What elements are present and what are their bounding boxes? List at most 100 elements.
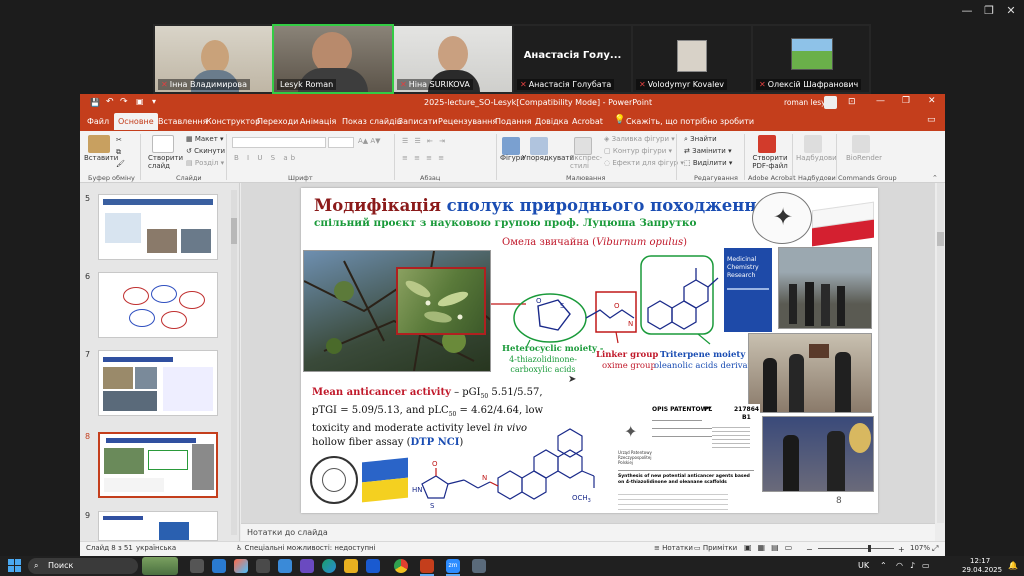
shape-fill-button[interactable]: ◈ Заливка фігури ▾ (604, 135, 675, 143)
word-icon[interactable] (366, 559, 380, 573)
hetero-label[interactable]: Heterocyclic moiety - (502, 344, 603, 354)
tab-view[interactable]: Подання (491, 113, 536, 130)
tell-me-search[interactable]: Скажіть, що потрібно зробити (622, 113, 758, 130)
minimize-icon[interactable]: — (960, 4, 974, 18)
participant-tile-active[interactable]: Lesyk Roman (272, 24, 394, 94)
app-icon[interactable] (472, 559, 486, 573)
save-icon[interactable]: 💾 (90, 98, 100, 107)
app-icon[interactable] (300, 559, 314, 573)
restore-icon[interactable]: ❐ (902, 96, 910, 106)
file-explorer-icon[interactable] (344, 559, 358, 573)
photo-meeting[interactable] (748, 333, 872, 413)
tab-home[interactable]: Основне (114, 113, 158, 130)
tab-animation[interactable]: Анімація (296, 113, 340, 130)
clock-time[interactable]: 12:17 (970, 557, 990, 565)
participant-tile[interactable]: Анастасія Голу... ✕ Анастасія Голубата (514, 26, 631, 92)
slideshow-icon[interactable]: ▣ (136, 97, 144, 106)
font-grow-icon[interactable]: A▲ A▼ (358, 137, 381, 145)
font-format-buttons[interactable]: B I U S ab (234, 154, 298, 162)
participant-tile[interactable]: ✕ Інна Владимирова (155, 26, 272, 92)
slide-thumbnail[interactable] (98, 511, 218, 541)
copilot-icon[interactable] (234, 559, 248, 573)
shape-effects-button[interactable]: ◌ Ефекти для фігур ▾ (604, 159, 684, 167)
font-name-input[interactable] (232, 137, 326, 148)
slide-subtitle[interactable]: спільний проєкт з науковою групою проф. … (314, 217, 696, 229)
addins-icon[interactable] (804, 135, 822, 153)
arrange-button[interactable]: Упорядкувати (522, 154, 574, 162)
photo-group-building[interactable] (778, 247, 872, 329)
shape-outline-button[interactable]: ▢ Контур фігури ▾ (604, 147, 672, 155)
quick-styles-icon[interactable] (574, 137, 592, 155)
arrange-icon[interactable] (530, 137, 548, 155)
close-icon[interactable]: ✕ (928, 96, 936, 106)
accessibility-status[interactable]: ♿ Спеціальні можливості: недоступні (236, 544, 376, 552)
notes-button[interactable]: ≡ Нотатки (654, 544, 693, 552)
comments-icon[interactable]: ▭ (927, 115, 936, 125)
volume-icon[interactable]: ♪ (910, 561, 915, 570)
align-buttons[interactable]: ≡ ≡ ≡ ≡ (402, 154, 446, 162)
find-button[interactable]: ⌕ Знайти (684, 135, 717, 144)
user-avatar[interactable] (824, 96, 837, 109)
maximize-icon[interactable]: ❐ (982, 4, 996, 18)
zoom-slider-thumb[interactable] (868, 545, 871, 552)
zoom-level[interactable]: 107% (910, 544, 930, 552)
language-status[interactable]: українська (136, 544, 176, 552)
select-button[interactable]: ⬚ Виділити ▾ (684, 159, 732, 167)
slide-thumbnail-selected[interactable] (98, 432, 218, 498)
linker-sublabel[interactable]: oxime group (602, 361, 656, 371)
list-buttons[interactable]: ☰ ☰ ⇤ ⇥ (402, 137, 447, 145)
taskbar-search[interactable]: ⌕ Поиск (28, 558, 138, 574)
biorender-button[interactable]: BioRender (846, 154, 882, 162)
layout-button[interactable]: ▦ Макет ▾ (186, 135, 224, 143)
view-buttons[interactable]: ▣▦▤▭ (744, 543, 798, 552)
fit-slide-icon[interactable]: ⤢ (932, 544, 938, 554)
tab-help[interactable]: Довідка (531, 113, 572, 130)
thumbnail-scrollbar-thumb[interactable] (231, 218, 237, 244)
clock-date[interactable]: 29.04.2025 (962, 566, 1002, 574)
quick-styles-button[interactable]: Експрес-стилі (570, 154, 602, 170)
plant-caption[interactable]: Омела звичайна (Viburnum opulus) (502, 237, 687, 248)
new-slide-icon[interactable] (152, 135, 174, 153)
slide-scrollbar-thumb[interactable] (937, 232, 944, 246)
task-view-icon[interactable] (190, 559, 204, 573)
wifi-icon[interactable]: ◠ (896, 561, 903, 570)
tab-transitions[interactable]: Переходи (253, 113, 302, 130)
font-size-input[interactable] (328, 137, 354, 148)
slide-thumbnail[interactable] (98, 350, 218, 416)
hetero-sublabel[interactable]: 4-thiazolidinone-carboxylic acids (508, 355, 578, 375)
undo-icon[interactable]: ↶ (106, 97, 114, 107)
shapes-icon[interactable] (502, 137, 520, 155)
redo-icon[interactable]: ↷ (120, 97, 128, 107)
powerpoint-icon[interactable] (420, 559, 434, 573)
comments-button[interactable]: ▭ Примітки (694, 544, 737, 552)
zoom-out-icon[interactable]: − (806, 545, 813, 554)
minimize-icon[interactable]: — (876, 96, 885, 106)
mail-icon[interactable] (278, 559, 292, 573)
new-slide-button[interactable]: Створити слайд (148, 154, 188, 170)
tab-acrobat[interactable]: Acrobat (568, 113, 607, 130)
copy-icon[interactable]: ⧉ (116, 148, 121, 157)
tab-file[interactable]: Файл (83, 113, 113, 130)
taskbar-widget-icon[interactable] (142, 557, 178, 575)
participant-tile[interactable]: ✕ Олексій Шафранович (753, 26, 869, 92)
close-icon[interactable]: ✕ (1004, 4, 1018, 18)
edge-icon[interactable] (322, 559, 336, 573)
notes-pane[interactable]: Нотатки до слайда (241, 523, 935, 541)
slide-count[interactable]: Слайд 8 з 51 (86, 544, 133, 552)
patent-document[interactable]: ✦ OPIS PATENTOWY PL 217864 B1 Urząd Pate… (612, 404, 760, 512)
store-icon[interactable] (256, 559, 270, 573)
paste-icon[interactable] (88, 135, 110, 153)
photo-award[interactable] (762, 416, 874, 492)
slide-title[interactable]: Модифікація сполук природнього походженн… (314, 196, 769, 215)
app-icon[interactable] (212, 559, 226, 573)
qat-more-icon[interactable]: ▾ (152, 97, 156, 106)
windows-start-icon[interactable] (8, 559, 22, 573)
reset-button[interactable]: ↺ Скинути (186, 147, 225, 155)
slide-thumbnail[interactable] (98, 194, 218, 260)
bottom-molecule[interactable]: O HN S N OCH3 (408, 418, 608, 512)
chrome-icon[interactable] (394, 559, 408, 573)
journal-cover[interactable]: Medicinal Chemistry Research (724, 248, 772, 332)
triterpene-label[interactable]: Triterpene moiety (660, 350, 745, 360)
create-pdf-button[interactable]: Створити PDF-файл (750, 154, 790, 170)
cut-icon[interactable]: ✂ (116, 136, 122, 144)
